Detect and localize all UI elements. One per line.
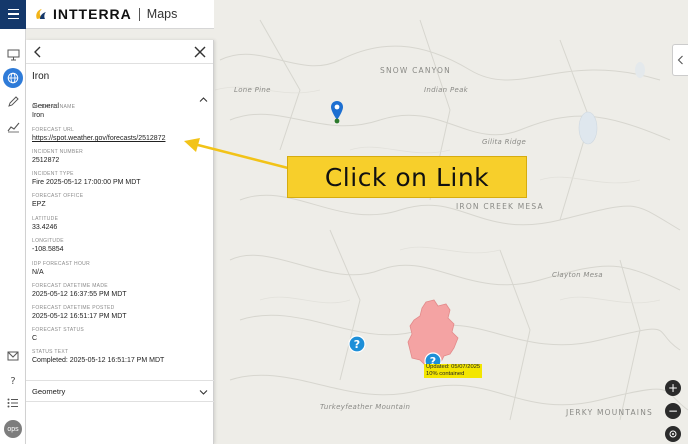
rail-analytics-button[interactable] [3,117,23,137]
locate-button[interactable] [665,426,681,442]
menu-line [7,13,19,15]
back-arrow-icon[interactable] [30,44,46,60]
chevron-left-icon [677,55,683,65]
svg-text:?: ? [354,338,360,351]
rail-list-button[interactable] [3,393,23,413]
map-label-jerky-mountains: JERKY MOUNTAINS [566,408,653,417]
monitor-icon [7,49,19,61]
map-label-iron-creek-mesa: IRON CREEK MESA [456,202,544,211]
rail-draw-button[interactable] [3,92,23,112]
svg-text:?: ? [10,376,15,386]
field-label: Longitude [32,238,64,244]
panel-title: Iron [32,71,50,82]
right-panel-toggle[interactable] [672,44,688,76]
field-value: 2025-05-12 16:51:17 PM MDT [32,313,127,320]
callout-text: Click on Link [324,162,490,192]
geometry-section-toggle[interactable]: Geometry [26,380,214,402]
field-forecast-datetime-posted: Forecast Datetime Posted 2025-05-12 16:5… [32,305,127,322]
field-label: Incident Name [32,104,76,110]
field-label: Forecast Datetime Made [32,283,108,289]
field-forecast-status: Forecast Status C [32,327,84,344]
field-value: C [32,335,38,342]
field-label: Forecast Status [32,327,85,333]
field-value: Completed: 2025-05-12 16:51:17 PM MDT [32,357,165,364]
brand-name: INTTERRA [53,6,132,22]
field-value: Fire 2025-05-12 17:00:00 PM MDT [32,179,141,186]
app-logo: INTTERRA Maps [34,6,177,22]
field-value: N/A [32,269,44,276]
zoom-in-button[interactable]: + [665,380,681,396]
crosshair-icon [669,430,677,438]
fire-updated-text: Updated: 05/07/2025 [426,364,481,370]
field-value: 33.4246 [32,224,58,231]
field-label: Incident Type [32,171,74,177]
field-value: EPZ [32,201,46,208]
field-longitude: Longitude -108.5854 [32,238,64,255]
field-idp-forecast-hour: IDP Forecast Hour N/A [32,261,90,278]
mail-icon [7,351,19,361]
pencil-icon [8,96,19,107]
field-value: Iron [32,112,45,119]
field-label: Status Text [32,349,69,355]
chevron-up-icon [199,97,208,102]
map-label-snow-canyon: SNOW CANYON [380,66,451,75]
list-icon [7,398,18,408]
app-header: INTTERRA Maps [0,0,214,29]
field-forecast-url: Forecast URL https://spot.weather.gov/fo… [32,127,165,144]
help-icon: ? [10,376,15,386]
map-label-clayton-mesa: Clayton Mesa [552,271,603,279]
menu-line [7,17,19,20]
field-forecast-office: Forecast Office EPZ [32,193,83,210]
hamburger-menu-button[interactable] [0,0,26,29]
incident-detail-panel: Iron General Incident Name Iron Forecast… [26,40,214,444]
geometry-section-label: Geometry [32,387,66,396]
field-value: 2025-05-12 16:37:55 PM MDT [32,291,127,298]
question-marker-icon[interactable]: ? [348,335,366,353]
field-label: Forecast Datetime Posted [32,305,115,311]
field-incident-number: Incident Number 2512872 [32,149,83,166]
globe-icon [7,72,19,84]
field-value: 2512872 [32,157,60,164]
field-latitude: Latitude 33.4246 [32,216,58,233]
annotation-arrow-icon [184,138,289,170]
zoom-out-button[interactable]: − [665,403,681,419]
rail-layers-button[interactable] [3,68,23,88]
panel-header [26,40,213,64]
intterra-logo-icon [36,9,46,19]
user-avatar[interactable]: ops [4,420,22,438]
field-forecast-datetime-made: Forecast Datetime Made 2025-05-12 16:37:… [32,283,127,300]
left-tool-rail: ? ops [0,29,26,444]
field-label: Incident Number [32,149,84,155]
menu-line [7,8,19,11]
close-icon[interactable] [192,44,208,60]
field-label: IDP Forecast Hour [32,261,90,267]
map-label-turkeyfeather-mountain: Turkeyfeather Mountain [320,403,411,411]
field-label: Latitude [32,216,59,222]
fire-containment-text: 10% contained [426,371,465,377]
instruction-callout: Click on Link [287,156,527,198]
map-label-gilita-ridge: Gilita Ridge [482,138,527,146]
chart-icon [7,122,19,133]
map-label-lone-pine: Lone Pine [234,86,271,94]
header-divider [138,7,140,21]
forecast-url-link[interactable]: https://spot.weather.gov/forecasts/25128… [32,134,165,144]
product-name: Maps [146,7,178,21]
location-pin-icon[interactable] [330,100,344,124]
field-incident-name: Incident Name Iron [32,104,75,121]
rail-help-button[interactable]: ? [3,370,23,390]
rail-monitor-button[interactable] [3,45,23,65]
field-value: -108.5854 [32,246,64,253]
chevron-down-icon [199,390,208,395]
field-status-text: Status Text Completed: 2025-05-12 16:51:… [32,349,164,366]
field-label: Forecast Office [32,193,84,199]
field-incident-type: Incident Type Fire 2025-05-12 17:00:00 P… [32,171,141,188]
rail-messages-button[interactable] [3,346,23,366]
map-label-indian-peak: Indian Peak [424,86,469,94]
field-label: Forecast URL [32,127,75,133]
fire-status-label: Updated: 05/07/2025 10% contained [424,364,483,378]
